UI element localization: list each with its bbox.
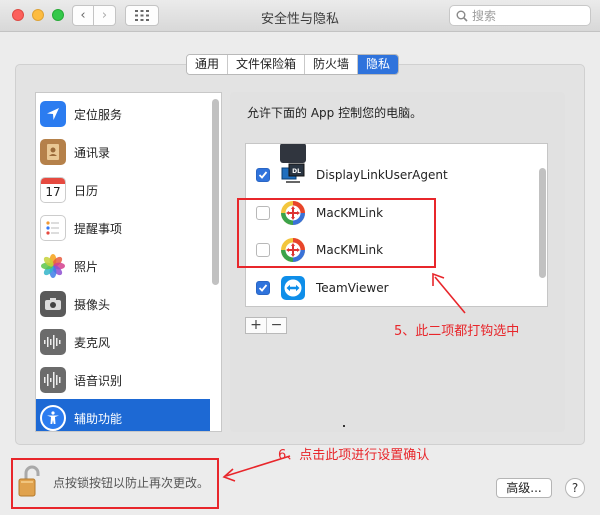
sidebar-item-camera[interactable]: 摄像头 [36, 285, 210, 323]
calendar-icon: 17 [40, 177, 66, 203]
annotation-step6: 6、点击此项进行设置确认 [278, 448, 430, 463]
lock-hint-text: 点按锁按钮以防止再次更改。 [53, 475, 210, 490]
title-bar: ‹ › 安全性与隐私 [0, 0, 600, 32]
checkmark-icon [258, 283, 268, 292]
add-remove-control: + − [245, 317, 287, 334]
sidebar-item-contacts[interactable]: 通讯录 [36, 133, 210, 171]
permission-description: 允许下面的 App 控制您的电脑。 [247, 106, 423, 120]
sidebar-item-label: 提醒事项 [74, 221, 123, 236]
displaylink-icon: DL [280, 162, 306, 188]
sidebar-item-reminders[interactable]: 提醒事项 [36, 209, 210, 247]
tab-firewall[interactable]: 防火墙 [305, 55, 359, 74]
teamviewer-icon [280, 275, 306, 301]
annotation-step5: 5、此二项都打钩选中 [394, 324, 520, 339]
sidebar-item-calendar[interactable]: 17 日历 [36, 171, 210, 209]
annotation-box-mackmlink [237, 198, 436, 268]
tab-privacy[interactable]: 隐私 [358, 55, 399, 74]
sidebar-scrollbar[interactable] [212, 99, 219, 285]
tab-filevault[interactable]: 文件保险箱 [228, 55, 306, 74]
checkmark-icon [258, 170, 268, 179]
sidebar-item-label: 麦克风 [74, 335, 111, 350]
list-item[interactable]: DL DisplayLinkUserAgent [246, 156, 538, 193]
speech-recognition-icon [40, 367, 66, 393]
remove-app-button[interactable]: − [266, 318, 286, 333]
add-app-button[interactable]: + [246, 318, 266, 333]
sidebar-item-label: 摄像头 [74, 297, 111, 312]
accessibility-icon [40, 405, 66, 431]
app-list-scrollbar[interactable] [539, 168, 546, 278]
photos-icon [40, 253, 66, 279]
search-field[interactable] [449, 5, 591, 26]
sidebar-item-label: 照片 [74, 259, 99, 274]
location-icon [40, 101, 66, 127]
sidebar-item-label: 辅助功能 [74, 411, 123, 426]
calendar-icon-date: 17 [45, 185, 61, 199]
app-name: TeamViewer [316, 280, 389, 295]
sidebar-item-accessibility[interactable]: 辅助功能 [36, 399, 210, 431]
sidebar-item-microphone[interactable]: 麦克风 [36, 323, 210, 361]
decorative-dot [343, 425, 345, 427]
sidebar-item-label: 通讯录 [74, 145, 111, 160]
tab-bar: 通用 文件保险箱 防火墙 隐私 [186, 54, 400, 75]
reminders-icon [40, 215, 66, 241]
unlocked-padlock-icon[interactable] [17, 465, 43, 499]
sidebar-item-label: 日历 [74, 183, 99, 198]
lock-area[interactable]: 点按锁按钮以防止再次更改。 [17, 465, 209, 499]
privacy-category-list: 定位服务 通讯录 17 日历 提醒事项 照片 摄像头 麦克风 语音识别 辅助功能 [35, 92, 222, 432]
app-checkbox[interactable] [256, 167, 270, 182]
tab-general[interactable]: 通用 [187, 55, 229, 74]
list-item[interactable]: TeamViewer [246, 269, 538, 306]
contacts-icon [40, 139, 66, 165]
help-button[interactable]: ? [565, 478, 585, 498]
advanced-button[interactable]: 高级... [496, 478, 552, 498]
camera-icon [40, 291, 66, 317]
sidebar-item-label: 定位服务 [74, 107, 123, 122]
microphone-icon [40, 329, 66, 355]
search-input[interactable] [472, 7, 584, 24]
sidebar-item-label: 语音识别 [74, 373, 123, 388]
sidebar-item-photos[interactable]: 照片 [36, 247, 210, 285]
sidebar-item-location-services[interactable]: 定位服务 [36, 95, 210, 133]
search-icon [456, 10, 468, 22]
app-checkbox[interactable] [256, 280, 270, 295]
sidebar-item-speech-recognition[interactable]: 语音识别 [36, 361, 210, 399]
displaylink-icon-text: DL [292, 168, 301, 175]
app-name: DisplayLinkUserAgent [316, 167, 448, 182]
